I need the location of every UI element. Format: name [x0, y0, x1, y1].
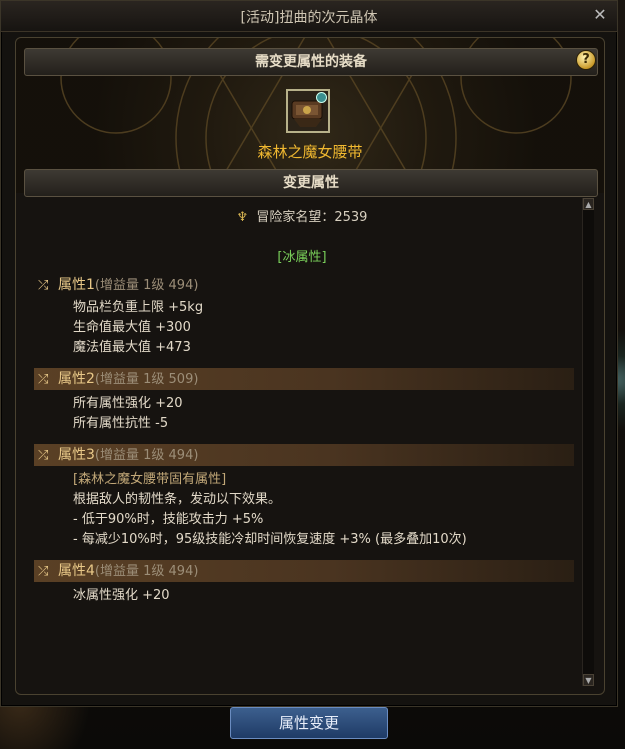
close-button[interactable]: ✕ [591, 6, 609, 24]
help-icon[interactable]: ? [576, 50, 596, 70]
attribute-3-line-3: - 低于90%时，技能攻击力 +5% [73, 512, 264, 527]
attribute-4-line-1: 冰属性强化 +20 [73, 588, 170, 603]
fame-line: ♆ 冒险家名望：2539 [24, 206, 580, 225]
attribute-2-header: ⤮ 属性2(增益量 1级 509) [34, 368, 574, 390]
change-attribute-button[interactable]: 属性变更 [230, 707, 388, 739]
attribute-1-line-1: 物品栏负重上限 +5kg [73, 300, 204, 315]
change-attributes-header: 变更属性 [24, 169, 598, 197]
title-bar[interactable]: [活动]扭曲的次元晶体 ✕ [1, 1, 617, 32]
shuffle-icon: ⤮ [38, 448, 49, 463]
attribute-1-header: ⤮ 属性1(增益量 1级 494) [34, 274, 574, 296]
main-panel: 需变更属性的装备 ? 森林之魔女腰带 变更属性 ♆ 冒险家名望：2539 [冰属… [15, 37, 605, 695]
scroll-up-icon[interactable]: ▲ [583, 198, 594, 210]
belt-item-icon[interactable] [286, 89, 330, 133]
window-title: [活动]扭曲的次元晶体 [240, 10, 378, 26]
fame-label: 冒险家名望：2539 [256, 210, 368, 225]
element-tag: [冰属性] [277, 250, 327, 265]
attribute-2-line-2: 所有属性抗性 -5 [73, 416, 169, 431]
attribute-3-line-4: - 每减少10%时，95级技能冷却时间恢复速度 +3% (最多叠加10次) [73, 532, 467, 547]
attribute-3-line-1: [森林之魔女腰带固有属性] [73, 472, 227, 487]
attribute-3-header: ⤮ 属性3(增益量 1级 494) [34, 444, 574, 466]
dialog-window: [活动]扭曲的次元晶体 ✕ 需变更属性的装备 ? 森林之魔女腰带 变更属性 ♆ … [0, 0, 618, 707]
attribute-4-title: 属性4 [58, 563, 95, 579]
equipment-section-header: 需变更属性的装备 [24, 48, 598, 76]
attribute-2-sub: (增益量 1级 509) [94, 372, 199, 387]
attribute-1-title: 属性1 [58, 277, 95, 293]
item-badge [316, 92, 327, 103]
attribute-1-line-2: 生命值最大值 +300 [73, 320, 191, 335]
attribute-1-line-3: 魔法值最大值 +473 [73, 340, 191, 355]
attribute-4-sub: (增益量 1级 494) [94, 564, 199, 579]
shuffle-icon: ⤮ [38, 564, 49, 579]
attribute-1-sub: (增益量 1级 494) [94, 278, 199, 293]
shuffle-icon: ⤮ [38, 372, 49, 387]
shuffle-icon: ⤮ [38, 278, 49, 293]
item-name: 森林之魔女腰带 [257, 143, 363, 161]
scroll-down-icon[interactable]: ▼ [583, 674, 594, 686]
scrollbar[interactable]: ▲ ▼ [582, 198, 594, 686]
attribute-4-header: ⤮ 属性4(增益量 1级 494) [34, 560, 574, 582]
attribute-scroll-area[interactable]: ♆ 冒险家名望：2539 [冰属性] ⤮ 属性1(增益量 1级 494) 物品栏负… [24, 198, 596, 686]
attribute-3-line-2: 根据敌人的韧性条，发动以下效果。 [73, 492, 282, 507]
attribute-2-line-1: 所有属性强化 +20 [73, 396, 183, 411]
attribute-3-sub: (增益量 1级 494) [94, 448, 199, 463]
attribute-2-title: 属性2 [58, 371, 95, 387]
attribute-3-title: 属性3 [58, 447, 95, 463]
fame-icon: ♆ [236, 210, 249, 225]
